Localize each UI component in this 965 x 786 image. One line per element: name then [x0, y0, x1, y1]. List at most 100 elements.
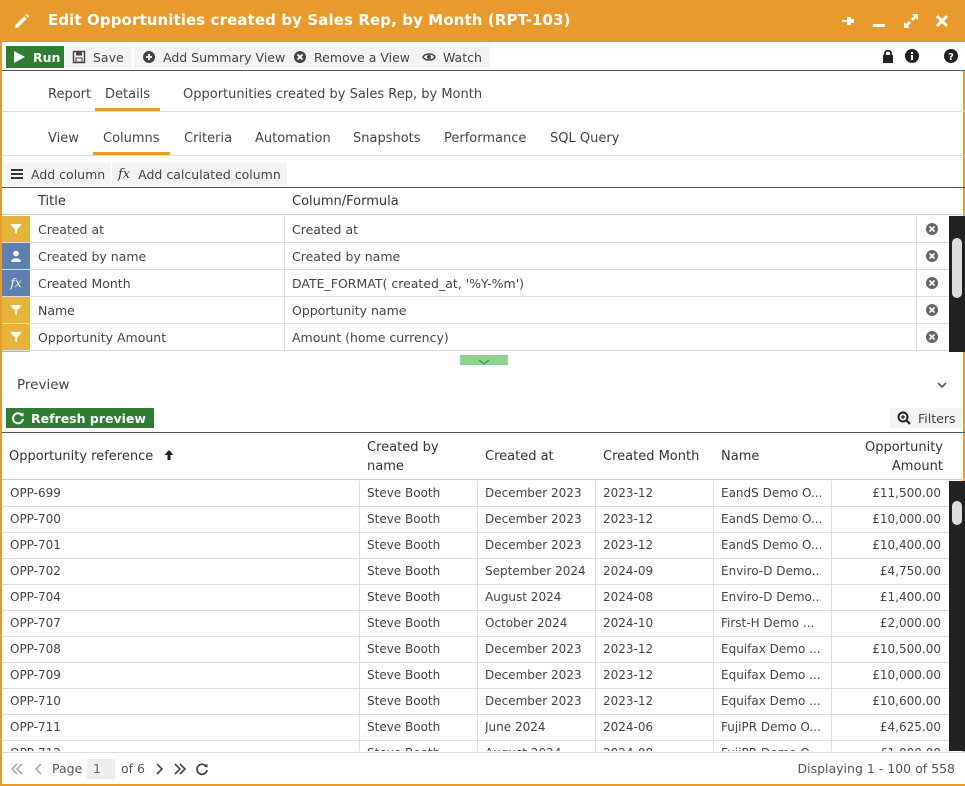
save-button[interactable]: Save	[64, 46, 132, 68]
column-formula[interactable]: Created by name	[292, 249, 400, 264]
help-icon[interactable]: ?	[943, 48, 959, 64]
cell-created-month: 2024-06	[603, 720, 654, 734]
tab-columns[interactable]: Columns	[93, 131, 170, 155]
tab-details[interactable]: Details	[95, 87, 161, 111]
preview-scrollbar[interactable]	[949, 481, 965, 751]
tab-report-name[interactable]: Opportunities created by Sales Rep, by M…	[183, 87, 482, 102]
column-title[interactable]: Created by name	[38, 249, 146, 264]
amount-header-line2: Amount	[891, 459, 943, 474]
next-page-icon[interactable]	[152, 762, 166, 776]
filters-button[interactable]: Filters	[890, 408, 963, 428]
table-row[interactable]: OPP-701 Steve Booth December 2023 2023-12 Ea…	[2, 533, 949, 559]
first-page-icon[interactable]	[10, 762, 24, 776]
table-row[interactable]: OPP-709 Steve Booth December 2023 2023-12 Eq…	[2, 663, 949, 689]
created-at-column-header[interactable]: Created at	[485, 447, 554, 466]
remove-column-icon[interactable]	[925, 303, 939, 317]
maximize-icon[interactable]	[901, 11, 921, 31]
page-count: of 6	[121, 761, 145, 776]
column-formula[interactable]: Opportunity name	[292, 303, 406, 318]
reload-icon[interactable]	[195, 762, 209, 776]
tab-snapshots[interactable]: Snapshots	[353, 131, 421, 146]
eye-icon	[422, 53, 436, 61]
column-row[interactable]: Name Opportunity name	[2, 297, 949, 324]
column-formula[interactable]: Amount (home currency)	[292, 330, 449, 345]
remove-column-icon[interactable]	[925, 330, 939, 344]
column-row[interactable]: fx Created Month DATE_FORMAT( created_at…	[2, 270, 949, 297]
page-number-input[interactable]: 1	[87, 759, 115, 779]
remove-column-icon[interactable]	[925, 249, 939, 263]
column-title[interactable]: Name	[38, 303, 75, 318]
created-month-column-header[interactable]: Created Month	[603, 447, 699, 466]
column-title[interactable]: Created Month	[38, 276, 131, 291]
table-row[interactable]: OPP-712 Steve Booth August 2024 2024-08 Fuji…	[2, 741, 949, 751]
pin-icon[interactable]	[838, 11, 858, 31]
column-title[interactable]: Created at	[38, 222, 104, 237]
add-column-button[interactable]: Add column	[5, 163, 112, 185]
columns-scrollbar[interactable]	[949, 216, 965, 352]
cell-created-at: September 2024	[485, 564, 586, 578]
remove-column-icon[interactable]	[925, 276, 939, 290]
ref-column-header[interactable]: Opportunity reference	[9, 447, 175, 466]
cell-reference: OPP-704	[10, 590, 61, 604]
add-calculated-column-button[interactable]: fx Add calculated column	[112, 163, 287, 185]
list-icon	[11, 169, 23, 179]
column-row[interactable]: Opportunity Amount Amount (home currency…	[2, 324, 949, 351]
column-formula[interactable]: DATE_FORMAT( created_at, '%Y-%m')	[292, 276, 524, 291]
name-column-header[interactable]: Name	[721, 447, 759, 466]
table-row[interactable]: OPP-707 Steve Booth October 2024 2024-10 Fir…	[2, 611, 949, 637]
scrollbar-thumb[interactable]	[952, 238, 962, 298]
column-row[interactable]: Created at Created at	[2, 216, 949, 243]
close-icon[interactable]	[932, 11, 952, 31]
last-page-icon[interactable]	[173, 762, 187, 776]
watch-label: Watch	[443, 49, 482, 65]
created-by-column-header[interactable]: Created by name	[367, 438, 439, 476]
column-title[interactable]: Opportunity Amount	[38, 330, 166, 345]
column-row[interactable]	[2, 351, 949, 352]
column-formula[interactable]: Created at	[292, 222, 358, 237]
column-row[interactable]: Created by name Created by name	[2, 243, 949, 270]
cell-created-by: Steve Booth	[367, 590, 441, 604]
watch-button[interactable]: Watch	[414, 46, 490, 68]
chevron-down-icon[interactable]	[935, 378, 949, 392]
cell-created-by: Steve Booth	[367, 486, 441, 500]
person-icon[interactable]	[2, 243, 30, 269]
filter-icon[interactable]	[2, 351, 30, 352]
tab-criteria[interactable]: Criteria	[184, 131, 232, 146]
filter-icon[interactable]	[2, 216, 30, 242]
tab-report[interactable]: Report	[48, 87, 91, 102]
scrollbar-thumb[interactable]	[952, 501, 962, 525]
remove-column-icon[interactable]	[925, 222, 939, 236]
collapse-handle[interactable]	[460, 355, 508, 365]
play-icon	[14, 51, 25, 63]
table-row[interactable]: OPP-711 Steve Booth June 2024 2024-06 FujiPR…	[2, 715, 949, 741]
tab-sql-query[interactable]: SQL Query	[550, 131, 619, 146]
table-row[interactable]: OPP-704 Steve Booth August 2024 2024-08 Envi…	[2, 585, 949, 611]
table-row[interactable]: OPP-710 Steve Booth December 2023 2023-12 Eq…	[2, 689, 949, 715]
filter-icon[interactable]	[2, 324, 30, 350]
table-row[interactable]: OPP-700 Steve Booth December 2023 2023-12 Ea…	[2, 507, 949, 533]
table-row[interactable]: OPP-702 Steve Booth September 2024 2024-09 E…	[2, 559, 949, 585]
cell-created-month: 2023-12	[603, 538, 654, 552]
amount-column-header[interactable]: Opportunity Amount	[865, 438, 943, 476]
plus-circle-icon	[143, 51, 155, 63]
prev-page-icon[interactable]	[32, 762, 46, 776]
table-row[interactable]: OPP-699 Steve Booth December 2023 2023-12 Ea…	[2, 481, 949, 507]
info-icon[interactable]	[904, 48, 920, 64]
table-row[interactable]: OPP-708 Steve Booth December 2023 2023-12 Eq…	[2, 637, 949, 663]
cell-amount: £4,750.00	[879, 564, 941, 578]
lock-icon[interactable]	[880, 48, 896, 64]
cell-reference: OPP-699	[10, 486, 61, 500]
minimize-icon[interactable]	[869, 11, 889, 31]
tab-performance[interactable]: Performance	[444, 131, 526, 146]
function-icon[interactable]: fx	[2, 270, 30, 296]
refresh-preview-button[interactable]: Refresh preview	[6, 408, 154, 428]
tab-automation[interactable]: Automation	[255, 131, 331, 146]
sort-ascending-icon	[164, 450, 174, 460]
run-button[interactable]: Run	[6, 46, 69, 68]
title-bar: Edit Opportunities created by Sales Rep,…	[2, 0, 965, 42]
add-summary-view-button[interactable]: Add Summary View	[134, 46, 294, 68]
cell-name: Equifax Demo ...	[721, 642, 821, 656]
remove-view-button[interactable]: Remove a View	[285, 46, 418, 68]
filter-icon[interactable]	[2, 297, 30, 323]
tab-view[interactable]: View	[48, 131, 79, 146]
